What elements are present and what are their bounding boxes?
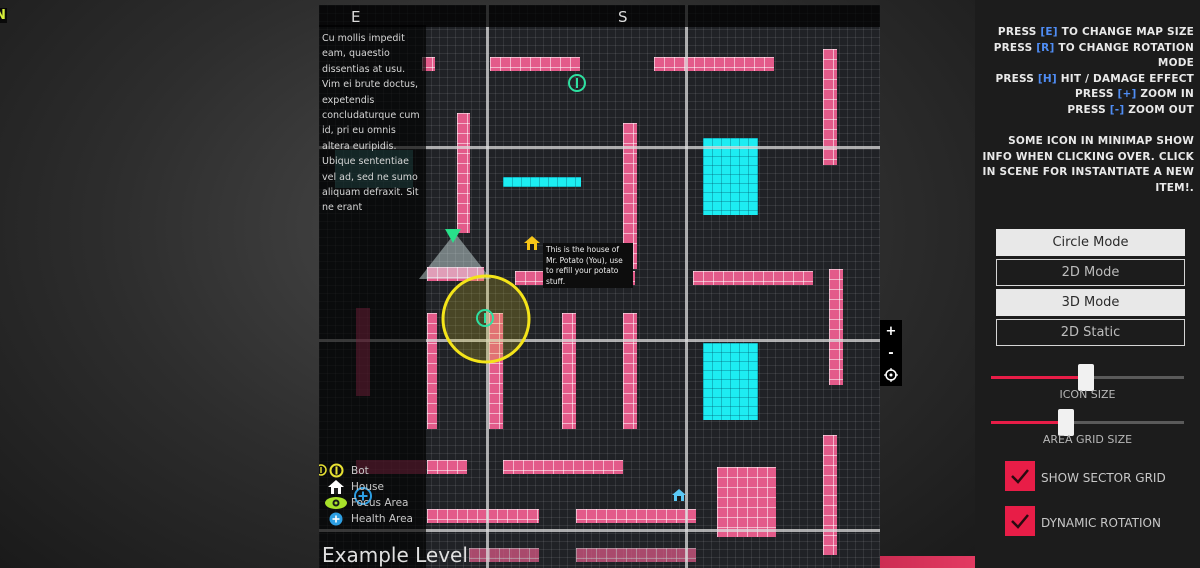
info-help: SOME ICON IN MINIMAP SHOW INFO WHEN CLIC… — [982, 135, 1194, 194]
legend-label: Health Area — [351, 513, 413, 525]
dynamic-rotation-checkbox[interactable] — [1005, 506, 1035, 536]
player-arrow-icon[interactable] — [445, 227, 461, 243]
show-sector-grid-checkbox[interactable] — [1005, 461, 1035, 491]
slider-fill — [991, 421, 1066, 424]
wall-block — [623, 313, 637, 429]
house-icon[interactable] — [672, 488, 686, 502]
checkmark-icon — [1011, 469, 1029, 484]
wall-block — [490, 57, 580, 71]
level-name: Example Level — [322, 543, 468, 567]
show-sector-grid-label: SHOW SECTOR GRID — [1041, 471, 1166, 485]
keyboard-help: PRESS [E] TO CHANGE MAP SIZE PRESS [R] T… — [979, 25, 1194, 118]
compass-bar — [319, 5, 880, 27]
health-plus-icon — [329, 512, 343, 526]
wall-block — [427, 509, 539, 523]
wall-block — [576, 548, 696, 562]
help-line: PRESS [+] ZOOM IN — [1075, 88, 1194, 100]
wall-block — [717, 467, 776, 537]
wall-block — [427, 313, 437, 429]
zoom-out-button[interactable]: - — [880, 342, 902, 364]
legend-label: Focus Area — [351, 497, 409, 509]
help-line: PRESS [H] HIT / DAMAGE EFFECT — [995, 72, 1194, 85]
wall-block — [562, 313, 576, 429]
help-line: PRESS [R] TO CHANGE ROTATION MODE — [993, 41, 1194, 70]
icon-size-label: ICON SIZE — [1059, 388, 1116, 401]
checkmark-icon — [1011, 514, 1029, 529]
compass-east: E — [351, 8, 361, 26]
area-grid-size-label: AREA GRID SIZE — [1042, 433, 1133, 446]
help-line: PRESS [E] TO CHANGE MAP SIZE — [997, 26, 1194, 38]
2d-static-button[interactable]: 2D Static — [996, 319, 1185, 346]
zoom-controls: + - — [880, 320, 902, 386]
eye-icon — [325, 497, 347, 509]
compass-north: N — [0, 8, 7, 23]
wall-block — [576, 509, 696, 523]
minimap[interactable]: E S Cu mollis impedit eam, quaestio diss… — [319, 5, 880, 568]
wall-block — [503, 460, 623, 474]
sector-grid-line — [685, 5, 688, 568]
help-line: PRESS [-] ZOOM OUT — [1067, 103, 1194, 116]
house-icon — [328, 480, 344, 494]
slider-fill — [991, 376, 1086, 379]
wall-block — [654, 57, 774, 71]
faded-wall — [356, 308, 370, 396]
area-grid-size-slider[interactable] — [991, 409, 1184, 436]
wall-block — [469, 548, 539, 562]
3d-mode-button[interactable]: 3D Mode — [996, 289, 1185, 316]
2d-mode-button[interactable]: 2D Mode — [996, 259, 1185, 286]
legend-label: House — [351, 481, 384, 493]
water-area — [503, 177, 581, 187]
legend-label: Bot — [351, 465, 369, 477]
zoom-in-button[interactable]: + — [880, 320, 902, 342]
wall-block — [457, 113, 470, 233]
player-house-icon[interactable] — [524, 235, 540, 251]
water-area — [703, 138, 758, 215]
slider-handle[interactable] — [1058, 409, 1074, 436]
bot-marker-icon[interactable] — [567, 73, 587, 93]
compass-south: S — [618, 8, 628, 26]
wall-block — [693, 271, 813, 285]
crosshair-icon — [884, 368, 898, 382]
bot-icon — [329, 463, 344, 478]
dynamic-rotation-label: DYNAMIC ROTATION — [1041, 516, 1161, 530]
recenter-button[interactable] — [880, 364, 902, 386]
wall-block — [823, 435, 837, 555]
circle-mode-button[interactable]: Circle Mode — [996, 229, 1185, 256]
bot-icon — [319, 464, 327, 476]
scene-ground-strip — [880, 556, 975, 568]
wall-block — [829, 269, 843, 385]
house-tooltip: This is the house of Mr. Potato (You), u… — [543, 243, 633, 288]
slider-handle[interactable] — [1078, 364, 1094, 391]
icon-size-slider[interactable] — [991, 364, 1184, 391]
bot-marker-icon[interactable] — [475, 308, 495, 328]
water-area — [703, 343, 758, 420]
info-text: Cu mollis impedit eam, quaestio dissenti… — [322, 33, 420, 214]
